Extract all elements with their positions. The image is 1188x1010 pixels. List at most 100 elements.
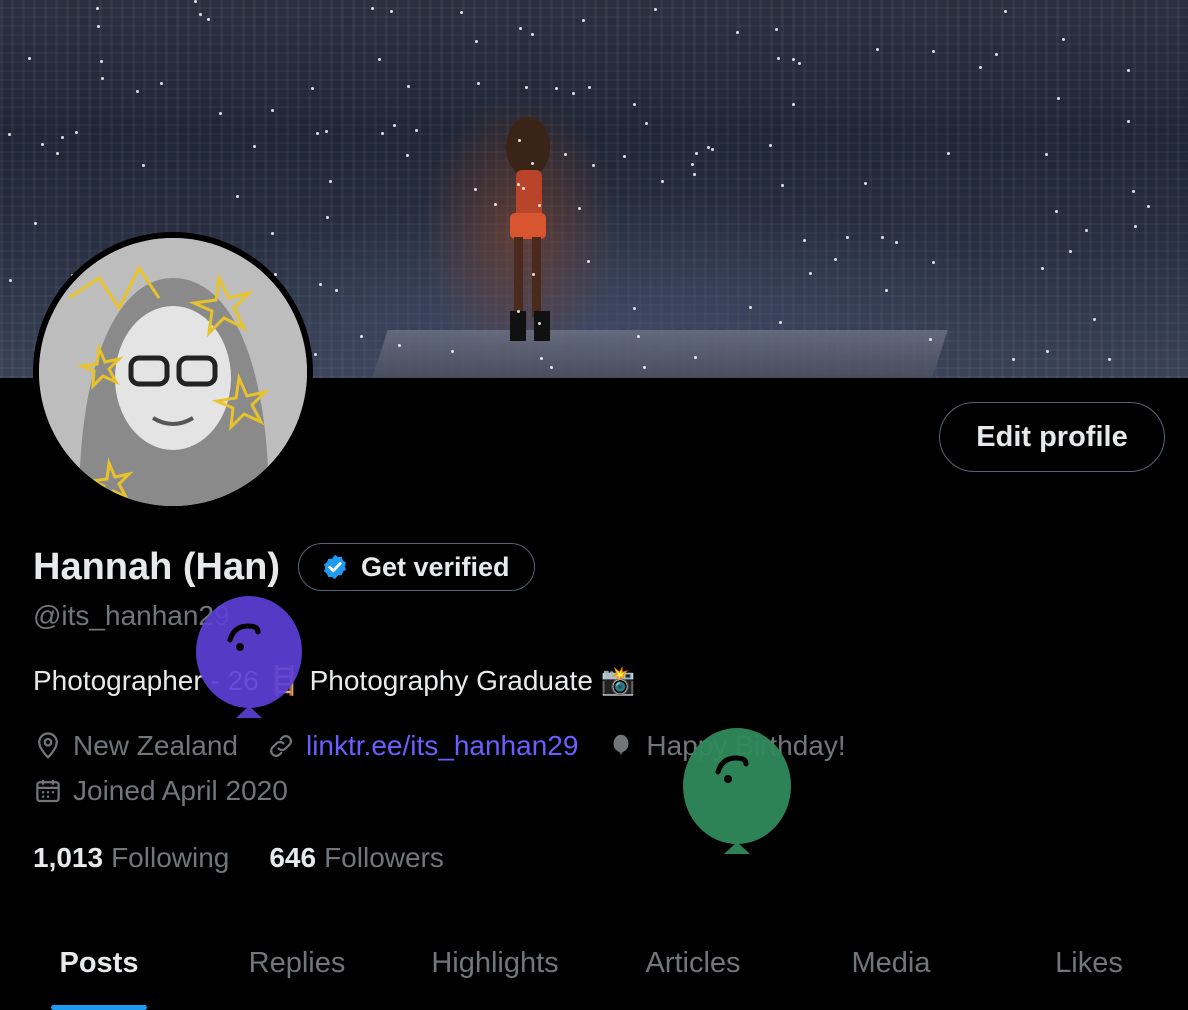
crowd-light <box>329 180 332 183</box>
verified-badge-icon <box>324 554 346 580</box>
crowd-light <box>1127 120 1130 123</box>
crowd-light <box>525 86 528 89</box>
crowd-light <box>519 27 522 30</box>
crowd-light <box>538 204 541 207</box>
crowd-light <box>207 18 210 21</box>
crowd-light <box>319 283 322 286</box>
crowd-light <box>1046 350 1049 353</box>
joined-text: Joined April 2020 <box>73 775 288 806</box>
crowd-light <box>1108 358 1111 361</box>
crowd-light <box>881 236 884 239</box>
crowd-light <box>97 25 100 28</box>
crowd-light <box>406 154 409 157</box>
get-verified-label: Get verified <box>361 551 510 582</box>
tab-highlights-label: Highlights <box>431 947 559 979</box>
crowd-light <box>781 184 784 187</box>
followers-label: Followers <box>324 842 444 873</box>
crowd-light <box>61 136 64 139</box>
crowd-light <box>451 350 454 353</box>
camera-flash-emoji: 📸 <box>600 665 636 696</box>
crowd-light <box>1062 38 1065 41</box>
crowd-light <box>41 143 44 146</box>
followers-link[interactable]: 646 Followers <box>269 842 484 874</box>
crowd-light <box>1004 10 1007 13</box>
tab-articles-label: Articles <box>645 947 741 979</box>
crowd-light <box>460 11 463 14</box>
crowd-light <box>995 53 998 56</box>
crowd-light <box>101 77 104 80</box>
crowd-light <box>1012 358 1015 361</box>
crowd-light <box>803 239 806 242</box>
crowd-light <box>792 103 795 106</box>
crowd-light <box>736 31 739 34</box>
crowd-light <box>532 273 535 276</box>
tab-posts-label: Posts <box>59 947 139 979</box>
crowd-light <box>749 306 752 309</box>
crowd-light <box>518 139 521 142</box>
crowd-light <box>623 155 626 158</box>
crowd-light <box>691 163 694 166</box>
crowd-light <box>885 289 888 292</box>
following-link[interactable]: 1,013 Following <box>33 842 269 874</box>
crowd-light <box>415 129 418 132</box>
crowd-light <box>540 357 543 360</box>
tab-posts[interactable]: Posts <box>0 935 198 1010</box>
crowd-light <box>1093 318 1096 321</box>
crowd-light <box>775 28 778 31</box>
joined-row: Joined April 2020 <box>33 775 316 807</box>
crowd-light <box>1055 210 1058 213</box>
crowd-light <box>792 58 795 61</box>
crowd-light <box>572 92 575 95</box>
crowd-light <box>694 356 697 359</box>
purple-balloon-decoration <box>196 596 302 718</box>
crowd-light <box>864 182 867 185</box>
crowd-light <box>477 82 480 85</box>
crowd-light <box>661 180 664 183</box>
crowd-light <box>194 0 197 3</box>
crowd-light <box>475 40 478 43</box>
avatar-photo <box>39 238 307 506</box>
crowd-light <box>711 148 714 151</box>
crowd-light <box>236 195 239 198</box>
crowd-light <box>643 366 646 369</box>
crowd-light <box>28 57 31 60</box>
tab-media[interactable]: Media <box>792 935 990 1010</box>
crowd-light <box>645 122 648 125</box>
crowd-light <box>75 131 78 134</box>
crowd-light <box>633 103 636 106</box>
crowd-light <box>809 272 812 275</box>
crowd-light <box>1127 69 1130 72</box>
website-item[interactable]: linktr.ee/its_hanhan29 <box>266 730 578 762</box>
crowd-light <box>582 19 585 22</box>
tab-likes-label: Likes <box>1055 947 1123 979</box>
tab-highlights[interactable]: Highlights <box>396 935 594 1010</box>
crowd-light <box>777 57 780 60</box>
tab-articles[interactable]: Articles <box>594 935 792 1010</box>
profile-avatar[interactable] <box>33 232 313 512</box>
location-text: New Zealand <box>73 730 238 761</box>
crowd-light <box>316 132 319 135</box>
crowd-light <box>393 124 396 127</box>
balloon-icon <box>613 734 629 755</box>
tab-replies[interactable]: Replies <box>198 935 396 1010</box>
crowd-light <box>779 321 782 324</box>
crowd-light <box>834 258 837 261</box>
edit-profile-button[interactable]: Edit profile <box>939 402 1165 472</box>
get-verified-button[interactable]: Get verified <box>298 543 535 591</box>
website-link[interactable]: linktr.ee/its_hanhan29 <box>306 730 578 762</box>
following-label: Following <box>111 842 230 873</box>
crowd-light <box>474 188 477 191</box>
crowd-light <box>588 86 591 89</box>
crowd-light <box>335 289 338 292</box>
banner-performer <box>506 117 550 341</box>
crowd-light <box>707 146 710 149</box>
crowd-light <box>378 58 381 61</box>
crowd-light <box>517 310 520 313</box>
tab-media-label: Media <box>851 947 931 979</box>
crowd-light <box>390 10 393 13</box>
crowd-light <box>271 109 274 112</box>
crowd-light <box>160 82 163 85</box>
tab-likes[interactable]: Likes <box>990 935 1188 1010</box>
crowd-light <box>578 207 581 210</box>
crowd-light <box>538 322 541 325</box>
